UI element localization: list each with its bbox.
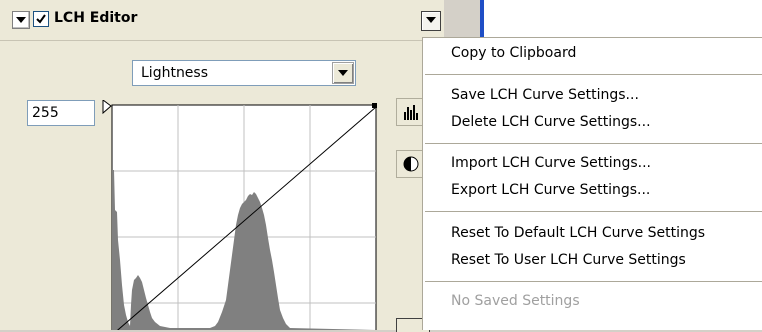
curve-graph[interactable] [100,100,384,330]
panel-menu-button[interactable] [421,11,441,31]
panel-title: LCH Editor [54,10,138,26]
menu-separator [425,281,762,282]
context-menu: Copy to Clipboard Save LCH Curve Setting… [422,37,762,330]
enable-checkbox[interactable] [33,11,49,27]
menu-separator [425,211,762,212]
menu-item-save-settings[interactable]: Save LCH Curve Settings... [451,87,639,103]
triangle-down-icon [16,17,26,23]
histogram-icon [404,105,418,120]
menu-item-export-settings[interactable]: Export LCH Curve Settings... [451,182,650,198]
max-value-input[interactable]: 255 [27,100,95,126]
collapse-button[interactable] [12,11,30,29]
menu-item-reset-user[interactable]: Reset To User LCH Curve Settings [451,252,686,268]
max-level-marker[interactable] [102,100,112,115]
menu-item-no-saved-settings: No Saved Settings [451,293,580,309]
channel-dropdown[interactable]: Lightness [132,60,356,86]
histogram-button[interactable] [396,98,424,126]
menu-separator [425,143,762,144]
half-circle-icon [403,156,419,172]
menu-item-delete-settings[interactable]: Delete LCH Curve Settings... [451,114,651,130]
lch-editor-panel: LCH Editor Lightness 255 [0,0,444,332]
invert-button[interactable] [396,150,424,178]
chevron-down-icon [338,70,348,76]
menu-item-import-settings[interactable]: Import LCH Curve Settings... [451,155,651,171]
channel-dropdown-arrow[interactable] [332,62,354,84]
menu-item-reset-default[interactable]: Reset To Default LCH Curve Settings [451,225,705,241]
triangle-down-icon [426,17,436,23]
channel-dropdown-value: Lightness [141,65,209,81]
checkmark-icon [36,14,46,24]
max-value-text: 255 [32,105,59,121]
menu-item-copy-to-clipboard[interactable]: Copy to Clipboard [451,45,576,61]
panel-titlebar: LCH Editor [0,0,444,41]
menu-separator [425,74,762,75]
curve-endpoint-handle[interactable] [372,103,377,108]
